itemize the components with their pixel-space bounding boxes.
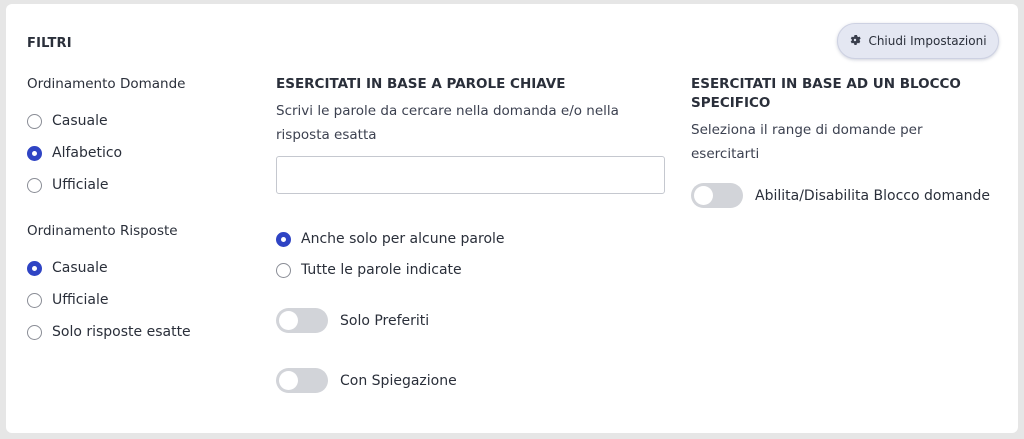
answer-order-option-solo-esatte[interactable]: Solo risposte esatte (27, 324, 191, 340)
keywords-section-title: ESERCITATI IN BASE A PAROLE CHIAVE (276, 76, 566, 92)
option-label: Casuale (52, 260, 108, 276)
block-description-line1: Seleziona il range di domande per (691, 122, 923, 138)
block-toggle-label: Abilita/Disabilita Blocco domande (755, 187, 991, 204)
answer-order-title: Ordinamento Risposte (27, 223, 178, 239)
explanation-toggle[interactable] (276, 368, 328, 393)
option-label: Tutte le parole indicate (301, 262, 462, 278)
filters-panel: FILTRI Chiudi Impostazioni Ordinamento D… (6, 4, 1018, 433)
block-description-line2: esercitarti (691, 146, 760, 162)
option-label: Alfabetico (52, 145, 123, 161)
radio-icon[interactable] (27, 292, 42, 308)
block-toggle-row[interactable]: Abilita/Disabilita Blocco domande (691, 183, 990, 208)
block-section-title-line2: SPECIFICO (691, 95, 771, 111)
panel-title: FILTRI (27, 36, 72, 51)
option-label: Casuale (52, 113, 108, 129)
close-settings-button[interactable]: Chiudi Impostazioni (837, 23, 999, 59)
option-label: Ufficiale (52, 177, 109, 193)
block-toggle[interactable] (691, 183, 743, 208)
question-order-title: Ordinamento Domande (27, 76, 186, 92)
keywords-option-some-words[interactable]: Anche solo per alcune parole (276, 231, 505, 247)
radio-icon[interactable] (27, 113, 42, 129)
question-order-option-casuale[interactable]: Casuale (27, 113, 108, 129)
option-label: Solo risposte esatte (52, 324, 191, 340)
radio-checked-icon[interactable] (27, 145, 42, 161)
radio-icon[interactable] (276, 262, 291, 278)
favorites-toggle[interactable] (276, 308, 328, 333)
favorites-toggle-label: Solo Preferiti (340, 312, 430, 329)
radio-icon[interactable] (27, 177, 42, 193)
favorites-toggle-row[interactable]: Solo Preferiti (276, 308, 429, 333)
question-order-option-ufficiale[interactable]: Ufficiale (27, 177, 108, 193)
keywords-description-line2: risposta esatta (276, 127, 377, 143)
radio-checked-icon[interactable] (276, 231, 291, 247)
radio-icon[interactable] (27, 324, 42, 340)
radio-checked-icon[interactable] (27, 260, 42, 276)
keywords-option-all-words[interactable]: Tutte le parole indicate (276, 262, 462, 278)
keywords-description-line1: Scrivi le parole da cercare nella domand… (276, 103, 619, 119)
gear-icon (849, 34, 862, 49)
explanation-toggle-label: Con Spiegazione (340, 372, 457, 389)
close-settings-label: Chiudi Impostazioni (868, 34, 987, 48)
explanation-toggle-row[interactable]: Con Spiegazione (276, 368, 457, 393)
option-label: Anche solo per alcune parole (301, 231, 505, 247)
block-section-title-line1: ESERCITATI IN BASE AD UN BLOCCO (691, 76, 961, 92)
answer-order-option-ufficiale[interactable]: Ufficiale (27, 292, 108, 308)
question-order-option-alfabetico[interactable]: Alfabetico (27, 145, 122, 161)
option-label: Ufficiale (52, 292, 109, 308)
keywords-input[interactable] (276, 156, 665, 194)
answer-order-option-casuale[interactable]: Casuale (27, 260, 108, 276)
